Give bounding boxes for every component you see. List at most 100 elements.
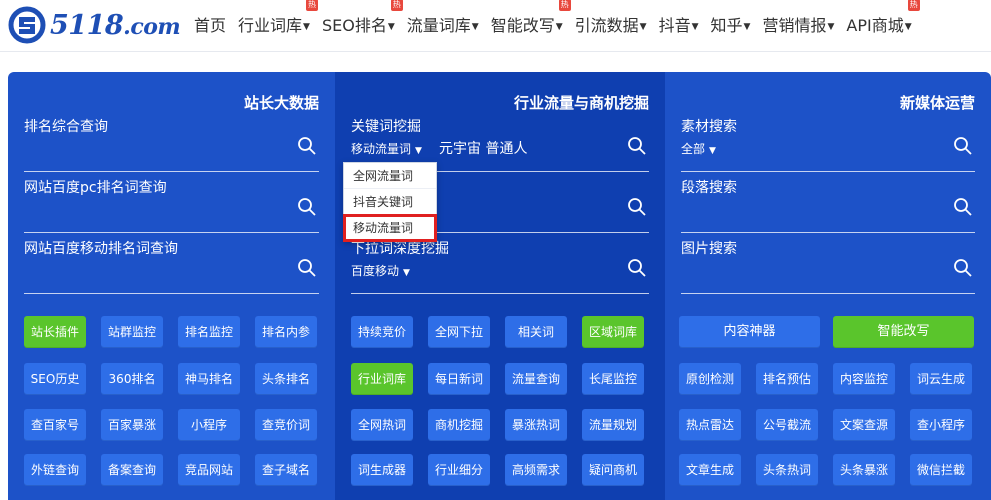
tool-button[interactable]: 热点雷达: [679, 409, 741, 441]
tool-button[interactable]: 流量查询: [505, 363, 567, 395]
tool-button[interactable]: 长尾监控: [582, 363, 644, 395]
tool-button[interactable]: 高频需求: [505, 454, 567, 486]
column-webmaster-data: 站长大数据 排名综合查询 网站百度pc排名词查询 网站百度移动排名词查询 站长插…: [8, 72, 335, 500]
tool-button[interactable]: 词云生成: [910, 363, 972, 395]
hot-badge: 热: [390, 0, 403, 11]
nav-item-douyin[interactable]: 抖音▼: [659, 12, 699, 36]
material-search-field[interactable]: 素材搜索 全部 ▼: [681, 116, 975, 172]
column-title: 新媒体运营: [899, 94, 975, 112]
search-icon[interactable]: [627, 197, 647, 217]
tool-button[interactable]: 行业词库: [351, 363, 413, 395]
column-traffic-opportunity: 行业流量与商机挖掘 关键词挖掘 移动流量词 ▼ 元宇宙 普通人 下拉词深度挖掘 百…: [335, 72, 665, 500]
search-icon[interactable]: [953, 197, 973, 217]
column-title: 站长大数据: [243, 94, 319, 112]
nav-item-marketing-intel[interactable]: 营销情报▼: [762, 12, 834, 36]
tool-button[interactable]: 360排名: [101, 363, 163, 395]
tool-button[interactable]: 排名内参: [255, 316, 317, 348]
tool-button[interactable]: 站长插件: [24, 316, 86, 348]
nav-item-traffic-words[interactable]: 流量词库▼: [407, 12, 479, 36]
logo-text: 5118.com: [50, 9, 181, 41]
engine-select[interactable]: 百度移动 ▼: [351, 262, 410, 279]
tool-button[interactable]: 行业细分: [428, 454, 490, 486]
paragraph-search-field[interactable]: 段落搜索: [681, 177, 975, 233]
column-title: 行业流量与商机挖掘: [513, 94, 649, 112]
content-tool-button[interactable]: 内容神器: [679, 316, 820, 348]
nav-item-traffic-data[interactable]: 引流数据▼: [575, 12, 647, 36]
dropdown-option-mobile-traffic[interactable]: 移动流量词: [343, 214, 437, 242]
nav-item-industry-words[interactable]: 行业词库▼ 热: [238, 0, 318, 36]
image-search-field[interactable]: 图片搜索: [681, 238, 975, 294]
nav-item-home[interactable]: 首页: [194, 12, 226, 36]
tool-button[interactable]: 查百家号: [24, 409, 86, 441]
tool-button[interactable]: 暴涨热词: [505, 409, 567, 441]
tool-button[interactable]: 公号截流: [756, 409, 818, 441]
tool-button[interactable]: 流量规划: [582, 409, 644, 441]
nav-item-api-store[interactable]: API商城▼ 热: [846, 0, 920, 36]
tool-button[interactable]: 排名预估: [756, 363, 818, 395]
tool-button[interactable]: 全网热词: [351, 409, 413, 441]
tool-button[interactable]: 疑问商机: [582, 454, 644, 486]
material-type-select[interactable]: 全部 ▼: [681, 140, 716, 157]
caret-down-icon: ▼: [415, 146, 422, 156]
tool-button[interactable]: 查小程序: [910, 409, 972, 441]
keyword-type-select[interactable]: 移动流量词 ▼: [351, 140, 422, 157]
tool-button[interactable]: 区域词库: [582, 316, 644, 348]
tool-button[interactable]: 站群监控: [101, 316, 163, 348]
tool-button[interactable]: 头条热词: [756, 454, 818, 486]
search-icon[interactable]: [297, 197, 317, 217]
smart-rewrite-button[interactable]: 智能改写: [833, 316, 974, 348]
tool-button[interactable]: 原创检测: [679, 363, 741, 395]
nav-item-seo-ranking[interactable]: SEO排名▼ 热: [322, 0, 403, 36]
caret-down-icon: ▼: [691, 22, 699, 32]
field-label: 素材搜索: [681, 119, 737, 135]
field-label: 网站百度移动排名词查询: [24, 241, 178, 257]
tool-button[interactable]: 每日新词: [428, 363, 490, 395]
hot-badge: 热: [907, 0, 920, 11]
search-icon[interactable]: [953, 136, 973, 156]
caret-down-icon: ▼: [827, 22, 835, 32]
tool-button[interactable]: 百家暴涨: [101, 409, 163, 441]
tool-button[interactable]: 外链查询: [24, 454, 86, 486]
tool-button[interactable]: 微信拦截: [910, 454, 972, 486]
tool-button[interactable]: 排名监控: [178, 316, 240, 348]
search-icon[interactable]: [953, 258, 973, 278]
dropdown-deep-mining-field[interactable]: 下拉词深度挖掘 百度移动 ▼: [351, 238, 649, 294]
tool-button[interactable]: 查竞价词: [255, 409, 317, 441]
tool-button[interactable]: 小程序: [178, 409, 240, 441]
tool-button[interactable]: 内容监控: [833, 363, 895, 395]
keyword-input[interactable]: 元宇宙 普通人: [439, 138, 527, 158]
search-icon[interactable]: [297, 258, 317, 278]
tool-button[interactable]: 全网下拉: [428, 316, 490, 348]
top-navbar: 5118.com 首页 行业词库▼ 热 SEO排名▼ 热 流量词库▼ 智能改写▼ 热 …: [0, 0, 991, 52]
nav-item-zhihu[interactable]: 知乎▼: [711, 12, 751, 36]
tool-button[interactable]: 持续竞价: [351, 316, 413, 348]
caret-down-icon: ▼: [471, 22, 479, 32]
search-icon[interactable]: [627, 136, 647, 156]
search-icon[interactable]: [297, 136, 317, 156]
tool-button[interactable]: SEO历史: [24, 363, 86, 395]
tool-button[interactable]: 头条暴涨: [833, 454, 895, 486]
tool-button[interactable]: 商机挖掘: [428, 409, 490, 441]
tools-panel: 站长大数据 排名综合查询 网站百度pc排名词查询 网站百度移动排名词查询 站长插…: [8, 72, 991, 500]
tool-button[interactable]: 备案查询: [101, 454, 163, 486]
ranking-query-field[interactable]: 排名综合查询: [24, 116, 319, 172]
search-icon[interactable]: [627, 258, 647, 278]
tool-button[interactable]: 头条排名: [255, 363, 317, 395]
keyword-type-dropdown: 全网流量词 抖音关键词 移动流量词: [343, 162, 437, 242]
field-label: 排名综合查询: [24, 119, 108, 135]
baidu-mobile-ranking-field[interactable]: 网站百度移动排名词查询: [24, 238, 319, 294]
caret-down-icon: ▼: [555, 22, 563, 32]
tool-button[interactable]: 词生成器: [351, 454, 413, 486]
tool-button[interactable]: 神马排名: [178, 363, 240, 395]
nav-item-smart-rewrite[interactable]: 智能改写▼ 热: [491, 0, 571, 36]
caret-down-icon: ▼: [709, 146, 716, 156]
tool-button[interactable]: 文章生成: [679, 454, 741, 486]
tool-button[interactable]: 相关词: [505, 316, 567, 348]
dropdown-option-all-traffic[interactable]: 全网流量词: [344, 163, 436, 189]
dropdown-option-douyin-keyword[interactable]: 抖音关键词: [344, 189, 436, 215]
tool-button[interactable]: 查子域名: [255, 454, 317, 486]
tool-button[interactable]: 文案查源: [833, 409, 895, 441]
tool-button[interactable]: 竞品网站: [178, 454, 240, 486]
baidu-pc-ranking-field[interactable]: 网站百度pc排名词查询: [24, 177, 319, 233]
site-logo[interactable]: 5118.com: [8, 6, 181, 44]
